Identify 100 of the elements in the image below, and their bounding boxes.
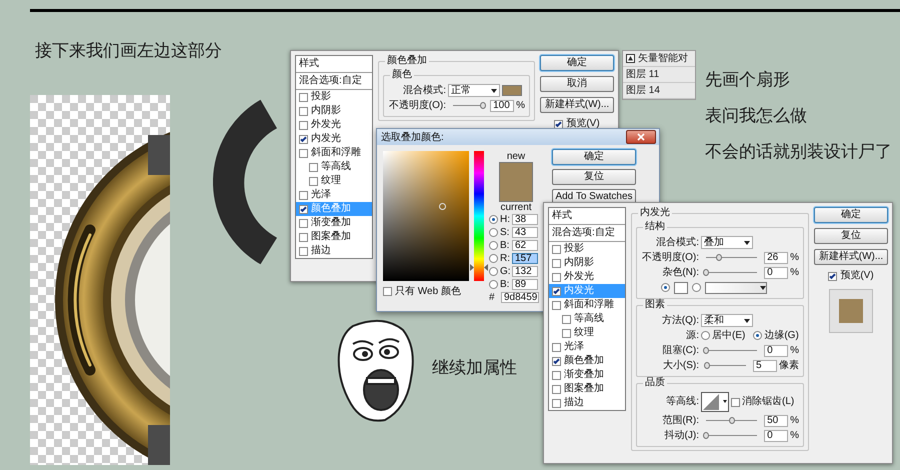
checkbox[interactable] (562, 328, 571, 338)
checkbox[interactable] (552, 398, 561, 408)
effect-item[interactable]: 光泽 (296, 188, 372, 202)
checkbox[interactable] (299, 218, 308, 228)
contour-picker[interactable] (701, 392, 729, 412)
slider-thumb[interactable] (716, 254, 722, 261)
radio-button[interactable] (489, 280, 498, 289)
checkbox[interactable] (552, 356, 561, 366)
value-field[interactable]: 89 (512, 279, 538, 290)
checkbox[interactable] (552, 272, 561, 282)
checkbox[interactable] (562, 314, 571, 324)
checkbox[interactable] (309, 162, 318, 172)
slider-thumb[interactable] (704, 362, 710, 369)
blending-options-item[interactable]: 混合选项:自定 (549, 225, 625, 242)
checkbox[interactable] (299, 120, 308, 130)
effect-item[interactable]: 投影 (549, 242, 625, 256)
slider-thumb[interactable] (728, 417, 735, 424)
dialog-button[interactable]: 复位 (814, 228, 888, 244)
checkbox[interactable] (552, 342, 561, 352)
checkbox[interactable] (299, 190, 308, 200)
effect-item[interactable]: 渐变叠加 (549, 368, 625, 382)
close-button[interactable] (626, 130, 656, 144)
layer-item[interactable]: 图层 14 (623, 83, 695, 99)
radio-button[interactable] (489, 215, 498, 224)
value-field[interactable]: 132 (512, 266, 538, 277)
checkbox[interactable] (299, 106, 308, 116)
value-field[interactable]: 0 (764, 344, 788, 356)
checkbox[interactable] (383, 287, 392, 296)
checkbox[interactable] (552, 370, 561, 380)
blending-options-item[interactable]: 混合选项:自定 (296, 73, 372, 90)
effect-item[interactable]: 内阴影 (296, 104, 372, 118)
effect-item[interactable]: 内阴影 (549, 256, 625, 270)
checkbox[interactable] (299, 246, 308, 256)
effect-item[interactable]: 纹理 (296, 174, 372, 188)
value-field[interactable]: 43 (512, 227, 538, 238)
color-field[interactable] (383, 151, 469, 281)
effect-item[interactable]: 纹理 (549, 326, 625, 340)
dialog-button[interactable]: 取消 (540, 76, 614, 92)
effect-item[interactable]: 渐变叠加 (296, 216, 372, 230)
effect-item[interactable]: 斜面和浮雕 (296, 146, 372, 160)
radio-button[interactable] (692, 283, 701, 292)
checkbox[interactable] (299, 204, 308, 214)
effect-item[interactable]: 等高线 (549, 312, 625, 326)
radio-button[interactable] (753, 331, 762, 340)
effect-item[interactable]: 投影 (296, 90, 372, 104)
radio-button[interactable] (489, 228, 498, 237)
effect-item[interactable]: 描边 (296, 244, 372, 258)
checkbox[interactable] (552, 258, 561, 268)
checkbox[interactable] (552, 300, 561, 310)
technique-select[interactable]: 柔和 (701, 314, 753, 327)
effect-item[interactable]: 等高线 (296, 160, 372, 174)
layer-item[interactable]: 图层 11 (623, 67, 695, 83)
checkbox[interactable] (299, 232, 308, 242)
slider-thumb[interactable] (703, 432, 709, 439)
slider-thumb[interactable] (703, 269, 709, 276)
value-field[interactable]: 100 (490, 100, 514, 112)
slider-thumb[interactable] (703, 347, 709, 354)
radio-button[interactable] (701, 331, 710, 340)
value-field[interactable]: 0 (764, 430, 788, 442)
value-field[interactable]: 38 (512, 214, 538, 225)
gradient-picker[interactable] (705, 282, 767, 294)
radio-button[interactable] (489, 267, 498, 276)
hex-field[interactable]: 9d8459 (501, 292, 539, 303)
effect-item[interactable]: 外发光 (296, 118, 372, 132)
radio-button[interactable] (489, 241, 498, 250)
effect-item[interactable]: 图案叠加 (296, 230, 372, 244)
hue-slider-thumb[interactable] (470, 264, 488, 271)
effect-item[interactable]: 斜面和浮雕 (549, 298, 625, 312)
dialog-button[interactable]: 新建样式(W)... (814, 249, 888, 265)
checkbox[interactable] (731, 398, 740, 406)
dialog-button[interactable]: 新建样式(W)... (540, 97, 614, 113)
dialog-button[interactable]: 确定 (814, 207, 888, 223)
checkbox[interactable] (299, 92, 308, 102)
checkbox[interactable] (552, 244, 561, 254)
checkbox[interactable] (299, 148, 308, 158)
radio-button[interactable] (661, 283, 670, 292)
value-field[interactable]: 5 (753, 360, 777, 372)
value-field[interactable]: 62 (512, 240, 538, 251)
color-marker[interactable] (439, 203, 446, 210)
checkbox[interactable] (552, 384, 561, 394)
blend-mode-select[interactable]: 正常 (448, 84, 500, 97)
dialog-button[interactable]: 确定 (540, 55, 614, 71)
effect-item[interactable]: 颜色叠加 (549, 354, 625, 368)
effect-item[interactable]: 描边 (549, 396, 625, 410)
blend-mode-select[interactable]: 叠加 (701, 236, 753, 249)
checkbox[interactable] (554, 120, 564, 128)
checkbox[interactable] (299, 134, 308, 144)
effect-item[interactable]: 图案叠加 (549, 382, 625, 396)
dialog-button[interactable]: 复位 (552, 169, 636, 185)
color-swatch[interactable] (674, 282, 688, 294)
value-field[interactable]: 0 (764, 266, 788, 278)
checkbox[interactable] (552, 286, 561, 296)
value-field[interactable]: 26 (764, 252, 788, 264)
effect-item[interactable]: 内发光 (296, 132, 372, 146)
effect-item[interactable]: 外发光 (549, 270, 625, 284)
dialog-button[interactable]: 确定 (552, 149, 636, 165)
value-field[interactable]: 157 (512, 253, 538, 264)
slider-thumb[interactable] (480, 102, 486, 109)
value-field[interactable]: 50 (764, 414, 788, 426)
checkbox[interactable] (828, 272, 838, 280)
